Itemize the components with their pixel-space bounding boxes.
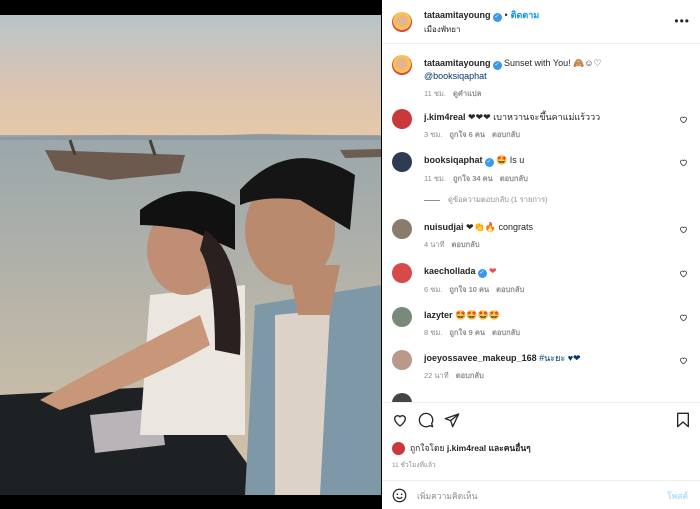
comment-text: ❤❤❤ เบาหวานจะขึ้นคาแม่แร้ววว bbox=[468, 112, 601, 122]
follow-button[interactable]: ติดตาม bbox=[511, 10, 540, 20]
caption-username[interactable]: tataamitayoung bbox=[424, 58, 491, 68]
commenter-avatar[interactable] bbox=[392, 393, 412, 402]
post-timestamp: 11 ชั่วโมงที่แล้ว bbox=[392, 462, 436, 469]
verified-icon: ✓ bbox=[492, 61, 502, 70]
post-comment-button[interactable]: โพสต์ bbox=[667, 489, 688, 503]
translate-link[interactable]: ดูคำแปล bbox=[453, 89, 481, 98]
reply-button[interactable]: ตอบกลับ bbox=[452, 240, 480, 249]
more-icon[interactable]: ••• bbox=[674, 14, 690, 28]
caption-time: 11 ชม. bbox=[424, 89, 446, 98]
emoji-icon[interactable] bbox=[392, 488, 407, 503]
comment-input[interactable]: เพิ่มความคิดเห็น bbox=[417, 489, 667, 503]
caption-avatar[interactable] bbox=[392, 55, 412, 75]
comment-time: 22 นาที bbox=[424, 371, 449, 380]
separator-dot: • bbox=[504, 9, 508, 20]
comment-text: ❤👏🔥 congrats bbox=[466, 222, 534, 232]
comment-icon[interactable] bbox=[418, 412, 434, 428]
liker-avatar bbox=[392, 441, 405, 455]
commenter-avatar[interactable] bbox=[392, 109, 412, 129]
like-comment-heart-icon[interactable] bbox=[679, 269, 688, 278]
reply-button[interactable]: ตอบกลับ bbox=[500, 174, 528, 183]
bookmark-icon[interactable] bbox=[676, 412, 690, 428]
comment-time: 11 ชม. bbox=[424, 174, 446, 183]
author-avatar[interactable] bbox=[392, 11, 412, 32]
caption-mention[interactable]: @booksiqaphat bbox=[424, 71, 487, 81]
comment-username[interactable]: kaechollada bbox=[424, 266, 476, 276]
post-panel: tataamitayoung ✓ • ติดตาม เมืองพัทยา ••• ta… bbox=[382, 0, 700, 509]
liked-by[interactable]: ถูกใจโดย j.kim4real และคนอื่นๆ bbox=[392, 441, 531, 455]
like-comment-heart-icon[interactable] bbox=[679, 225, 688, 234]
commenter-avatar[interactable] bbox=[392, 307, 412, 327]
post-location[interactable]: เมืองพัทยา bbox=[424, 24, 539, 36]
reply-button[interactable]: ตอบกลับ bbox=[492, 130, 520, 139]
verified-icon: ✓ bbox=[492, 12, 502, 22]
view-replies-link[interactable]: ดูข้อความตอบกลับ (1 รายการ) bbox=[424, 194, 548, 206]
replies-divider bbox=[424, 199, 440, 201]
liked-by-user[interactable]: j.kim4real bbox=[447, 443, 486, 453]
comment-username[interactable]: nuisudjai bbox=[424, 222, 464, 232]
reply-button[interactable]: ตอบกลับ bbox=[496, 285, 524, 294]
comment-likes[interactable]: ถูกใจ 34 คน bbox=[453, 174, 493, 183]
commenter-avatar[interactable] bbox=[392, 152, 412, 172]
comment-time: 3 ชม. bbox=[424, 130, 443, 139]
comment-box: เพิ่มความคิดเห็น โพสต์ bbox=[382, 480, 700, 509]
comment-time: 8 ชม. bbox=[424, 328, 443, 337]
comment-likes[interactable]: ถูกใจ 6 คน bbox=[449, 130, 485, 139]
verified-icon: ✓ bbox=[484, 158, 494, 167]
post-actions: ถูกใจโดย j.kim4real และคนอื่นๆ 11 ชั่วโม… bbox=[382, 402, 700, 509]
liked-by-prefix: ถูกใจโดย bbox=[410, 443, 445, 453]
view-replies-text: ดูข้อความตอบกลับ (1 รายการ) bbox=[448, 195, 548, 204]
comment-likes[interactable]: ถูกใจ 10 คน bbox=[449, 285, 489, 294]
commenter-avatar[interactable] bbox=[392, 219, 412, 239]
comment-time: 6 ชม. bbox=[424, 285, 443, 294]
post-header: tataamitayoung ✓ • ติดตาม เมืองพัทยา ••• bbox=[382, 0, 700, 44]
comment-text: 🤩 Is u bbox=[496, 155, 525, 165]
comment-username[interactable]: lazyter bbox=[424, 310, 453, 320]
comment-username[interactable]: j.kim4real bbox=[424, 112, 466, 122]
author-username[interactable]: tataamitayoung bbox=[424, 10, 491, 20]
heart-icon[interactable] bbox=[392, 412, 408, 428]
caption-text: Sunset with You! 🙈☺♡ bbox=[504, 58, 602, 68]
post-photo[interactable] bbox=[0, 15, 381, 495]
comment-text: 🤩🤩🤩🤩 bbox=[455, 310, 500, 320]
comment-likes[interactable]: ถูกใจ 9 คน bbox=[449, 328, 485, 337]
comment-text: #นะยะ ♥❤ bbox=[539, 353, 581, 363]
verified-icon: ✓ bbox=[477, 269, 487, 278]
reply-button[interactable]: ตอบกลับ bbox=[492, 328, 520, 337]
liked-by-suffix[interactable]: และคนอื่นๆ bbox=[488, 441, 530, 455]
comment-username[interactable]: booksiqaphat bbox=[424, 155, 483, 165]
commenter-avatar[interactable] bbox=[392, 263, 412, 283]
like-comment-heart-icon[interactable] bbox=[679, 158, 688, 167]
like-comment-heart-icon[interactable] bbox=[679, 356, 688, 365]
comment-text: ❤ bbox=[489, 266, 497, 276]
share-icon[interactable] bbox=[444, 412, 460, 428]
post-modal: tataamitayoung ✓ • ติดตาม เมืองพัทยา ••• ta… bbox=[0, 0, 700, 509]
reply-button[interactable]: ตอบกลับ bbox=[456, 371, 484, 380]
comment-username[interactable]: joeyossavee_makeup_168 bbox=[424, 353, 537, 363]
comment-time: 4 นาที bbox=[424, 240, 445, 249]
comments-feed[interactable]: tataamitayoung ✓ Sunset with You! 🙈☺♡ @bo… bbox=[382, 45, 700, 402]
like-comment-heart-icon[interactable] bbox=[679, 313, 688, 322]
commenter-avatar[interactable] bbox=[392, 350, 412, 370]
like-comment-heart-icon[interactable] bbox=[679, 115, 688, 124]
